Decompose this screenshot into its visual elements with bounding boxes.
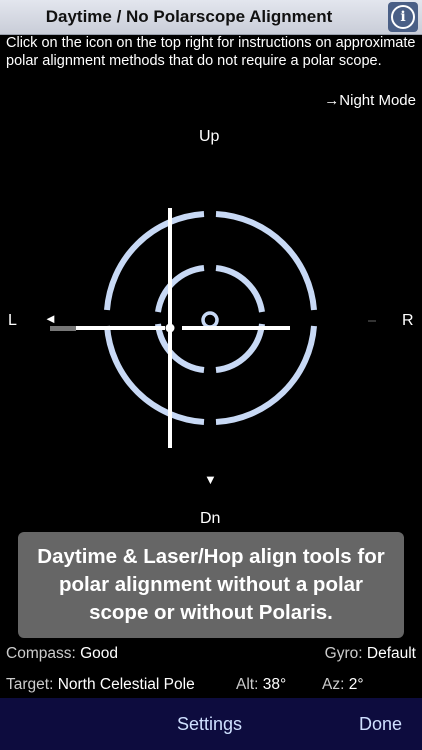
page-title: Daytime / No Polarscope Alignment — [45, 7, 333, 26]
crosshair-center-dot — [165, 323, 175, 333]
info-icon: i — [391, 5, 415, 29]
target-status: Target: North Celestial Pole — [6, 676, 195, 693]
az-status: Az: 2° — [322, 676, 364, 693]
instructions-text: Click on the icon on the top right for i… — [6, 35, 416, 69]
settings-button[interactable]: Settings — [177, 698, 242, 750]
gyro-status: Gyro: Default — [324, 645, 416, 662]
alt-value: 38° — [262, 676, 287, 693]
alt-status: Alt: 38° — [236, 676, 287, 693]
down-arrow-icon: ▼ — [204, 472, 217, 487]
outer-ring — [104, 211, 317, 425]
offset-indicator — [50, 326, 76, 331]
info-button[interactable]: i — [388, 2, 418, 32]
feature-banner: Daytime & Laser/Hop align tools for pola… — [18, 532, 404, 638]
polar-scope-reticle — [50, 208, 376, 448]
down-label: Dn — [200, 510, 221, 527]
target-value: North Celestial Pole — [57, 676, 195, 693]
night-mode-link[interactable]: →Night Mode — [324, 92, 416, 109]
done-button[interactable]: Done — [359, 698, 402, 750]
target-circle — [201, 311, 219, 329]
bottom-toolbar: Settings Done — [0, 698, 422, 750]
up-label: Up — [199, 128, 220, 145]
inner-ring — [155, 265, 265, 373]
gyro-value: Default — [366, 645, 416, 662]
az-value: 2° — [348, 676, 364, 693]
title-bar: Daytime / No Polarscope Alignment i — [0, 0, 422, 35]
compass-status: Compass: Good — [6, 645, 119, 662]
compass-value: Good — [80, 645, 119, 662]
